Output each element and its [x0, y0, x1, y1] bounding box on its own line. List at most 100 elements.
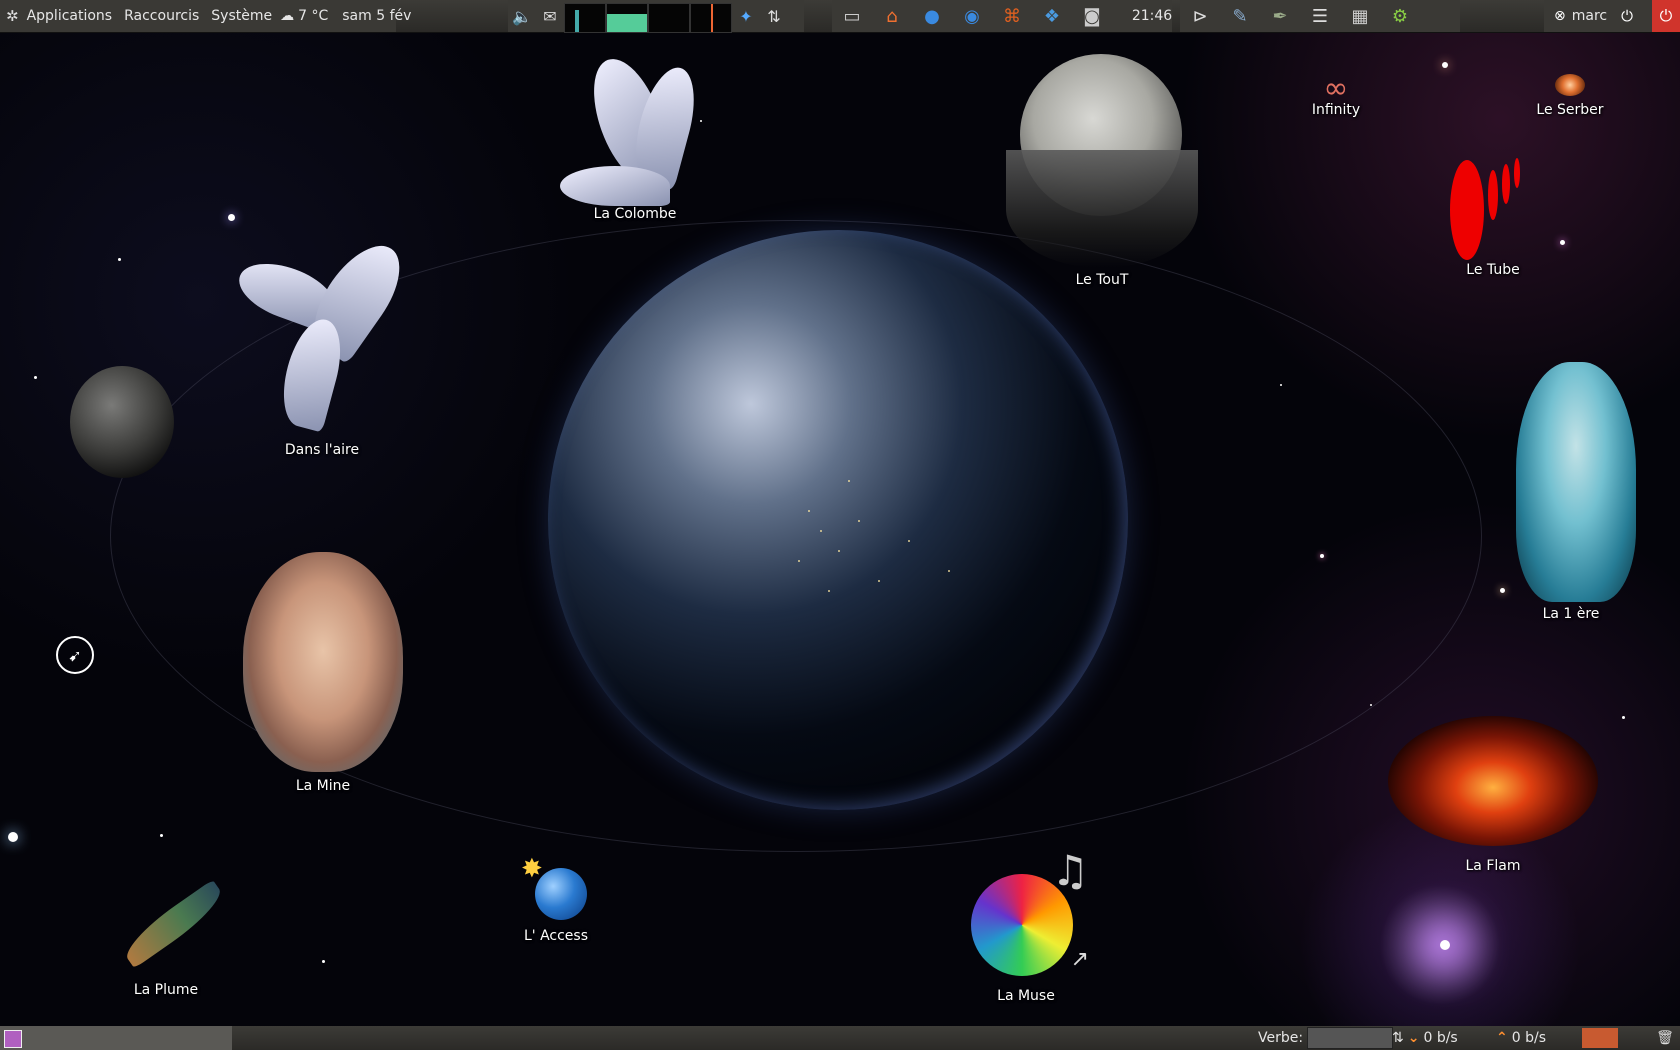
- dropbox-icon[interactable]: ❖: [1032, 0, 1072, 32]
- notes-icon[interactable]: ☰: [1300, 0, 1340, 32]
- desktop-icon-la-colombe[interactable]: La Colombe: [548, 46, 722, 222]
- icon-label: Le Serber: [1536, 102, 1604, 118]
- settings-icon[interactable]: ⚙: [1380, 0, 1420, 32]
- desktop-icon-la-flam[interactable]: La Flam: [1386, 716, 1600, 874]
- star: [8, 832, 18, 842]
- mem-graph: [606, 3, 648, 33]
- star: [228, 214, 235, 221]
- music-ball-icon: ♫ ↗: [971, 846, 1089, 980]
- desktop-icon-la-mine[interactable]: La Mine: [240, 552, 406, 794]
- menu-applications[interactable]: Applications: [27, 8, 113, 24]
- icon-label: La Mine: [295, 778, 351, 794]
- access-icon[interactable]: ◉: [952, 0, 992, 32]
- desktop-icon-l-access[interactable]: ✸ L' Access: [516, 854, 596, 944]
- city-light: [878, 580, 880, 582]
- system-monitor[interactable]: [564, 3, 732, 33]
- star: [1440, 940, 1450, 950]
- desktop-clock-widget[interactable]: ➹: [56, 636, 94, 674]
- star: [322, 960, 325, 963]
- star: [34, 376, 37, 379]
- down-arrow-icon: ⌄: [1407, 1030, 1420, 1046]
- web-browser-icon[interactable]: ●: [912, 0, 952, 32]
- globe-spark-icon: ✸: [521, 854, 591, 924]
- editor-icon[interactable]: ✎: [1220, 0, 1260, 32]
- menu-system[interactable]: Système: [211, 8, 272, 24]
- menu-places[interactable]: Raccourcis: [124, 8, 199, 24]
- icon-label: L' Access: [523, 928, 589, 944]
- verbe-input[interactable]: [1307, 1027, 1394, 1049]
- infinity-icon: ∞: [1323, 71, 1349, 106]
- power-button[interactable]: ⏻: [1652, 0, 1680, 32]
- star: [118, 258, 121, 261]
- desktop-icon-la-plume[interactable]: La Plume: [106, 870, 229, 998]
- cpu-graph: [564, 3, 606, 33]
- main-menu: ✲ Applications Raccourcis Système ☁ 7 °C…: [0, 0, 411, 32]
- date-display[interactable]: sam 5 fév: [342, 8, 411, 24]
- net-down-value: 0 b/s: [1423, 1030, 1458, 1046]
- city-light: [838, 550, 840, 552]
- network-icon[interactable]: ⇅: [760, 0, 788, 32]
- shutdown-icon[interactable]: ⏻: [1621, 7, 1633, 25]
- city-light: [798, 560, 800, 562]
- verbe-label: Verbe:: [1258, 1030, 1304, 1046]
- clock[interactable]: 21:46: [1132, 0, 1172, 32]
- icon-label: La Plume: [133, 982, 199, 998]
- show-desktop-button[interactable]: [0, 1026, 232, 1050]
- desktop-icon-dans-laire[interactable]: Dans l'aire: [210, 231, 434, 458]
- desktop-icon-la-muse[interactable]: ♫ ↗ La Muse: [966, 846, 1089, 1004]
- star: [160, 834, 163, 837]
- net-speed-down[interactable]: ⇅ ⌄ 0 b/s: [1392, 1026, 1458, 1050]
- dove-icon: [560, 46, 710, 206]
- workspace-switcher[interactable]: [1582, 1028, 1618, 1048]
- icon-label: Infinity: [1311, 102, 1361, 118]
- devil-figure-icon: [1496, 322, 1646, 612]
- screenshot-icon[interactable]: ◙: [1072, 0, 1112, 32]
- top-panel: ✲ Applications Raccourcis Système ☁ 7 °C…: [0, 0, 1680, 33]
- city-light: [848, 480, 850, 482]
- verbe-applet[interactable]: Verbe:: [1258, 1026, 1394, 1050]
- star: [1560, 240, 1565, 245]
- earth-globe: [548, 230, 1128, 810]
- weather-cloud-icon: ☁: [280, 8, 295, 24]
- trash-icon[interactable]: 🗑: [1654, 1027, 1676, 1049]
- star: [1622, 716, 1625, 719]
- user-name: marc: [1571, 8, 1608, 24]
- desktop-icon-le-serber[interactable]: Le Serber: [1530, 74, 1610, 118]
- icon-label: La Colombe: [593, 206, 677, 222]
- white-bird-icon: [217, 231, 427, 438]
- moon-left: [70, 366, 174, 478]
- terminal-icon[interactable]: ▭: [832, 0, 872, 32]
- flame-icon: [1388, 716, 1598, 846]
- desktop-icon-la-1ere[interactable]: La 1 ère: [1476, 322, 1666, 622]
- desktop-icon-infinity[interactable]: ∞ Infinity: [1296, 71, 1376, 119]
- weather-indicator[interactable]: ☁ 7 °C: [280, 8, 328, 24]
- app-icon[interactable]: ⌘: [992, 0, 1032, 32]
- net-speed-up[interactable]: ⌃ 0 b/s: [1496, 1026, 1546, 1050]
- updown-icon: ⇅: [1392, 1030, 1404, 1046]
- net-graph: [648, 3, 690, 33]
- desktop-icon-le-tube[interactable]: Le Tube: [1448, 150, 1538, 278]
- calculator-icon[interactable]: ▦: [1340, 0, 1380, 32]
- weather-temp: 7 °C: [298, 8, 329, 24]
- up-arrow-icon: ⌃: [1496, 1030, 1508, 1046]
- feather-launcher-icon[interactable]: ✒: [1260, 0, 1300, 32]
- desktop-icon: [4, 1030, 22, 1048]
- user-status-icon: ⊗: [1554, 8, 1566, 24]
- desktop-icon-le-tout[interactable]: Le TouT: [1000, 50, 1204, 288]
- ubuntu-logo-icon: ✲: [6, 7, 19, 25]
- eye-icon: [1555, 74, 1585, 96]
- icon-label: La Flam: [1465, 858, 1521, 874]
- icon-label: Dans l'aire: [284, 442, 360, 458]
- home-folder-icon[interactable]: ⌂: [872, 0, 912, 32]
- mail-icon[interactable]: ✉: [536, 0, 564, 32]
- volume-icon[interactable]: 🔈: [508, 0, 536, 32]
- city-light: [820, 530, 822, 532]
- net-up-value: 0 b/s: [1511, 1030, 1546, 1046]
- launcher-area: ▭ ⌂ ● ◉ ⌘ ❖ ◙: [832, 0, 1132, 32]
- portrait-icon: [243, 552, 403, 772]
- load-graph: [690, 3, 732, 33]
- dropbox-small-icon[interactable]: ✦: [732, 0, 760, 32]
- terminal-dark-icon[interactable]: ⊳: [1180, 0, 1220, 32]
- city-light: [948, 570, 950, 572]
- city-light: [828, 590, 830, 592]
